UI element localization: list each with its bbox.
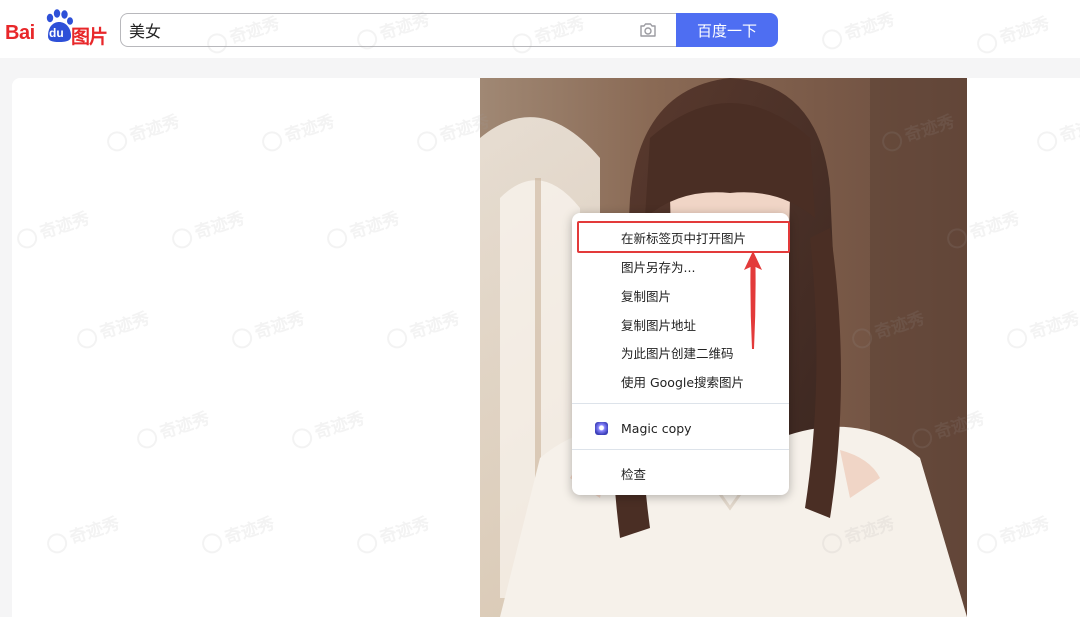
- menu-magic-copy-label: Magic copy: [621, 420, 692, 436]
- baidu-image-logo[interactable]: Bai du 图片: [5, 8, 115, 48]
- menu-search-google[interactable]: 使用 Google搜索图片: [572, 367, 789, 395]
- red-arrow-up-icon: [744, 251, 762, 349]
- magic-copy-icon: [595, 422, 608, 435]
- search-input[interactable]: [129, 19, 629, 41]
- menu-inspect[interactable]: 检查: [572, 459, 789, 487]
- top-header: Bai du 图片 百度一下: [0, 0, 1080, 58]
- search-box: [120, 13, 676, 47]
- logo-tupian: 图片: [71, 26, 108, 48]
- logo-bai: Bai: [5, 22, 35, 44]
- logo-du: du: [49, 26, 64, 40]
- search-button[interactable]: 百度一下: [676, 13, 778, 47]
- camera-icon[interactable]: [639, 22, 657, 38]
- menu-magic-copy[interactable]: Magic copy: [572, 414, 789, 442]
- menu-separator: [572, 403, 789, 404]
- menu-separator: [572, 449, 789, 450]
